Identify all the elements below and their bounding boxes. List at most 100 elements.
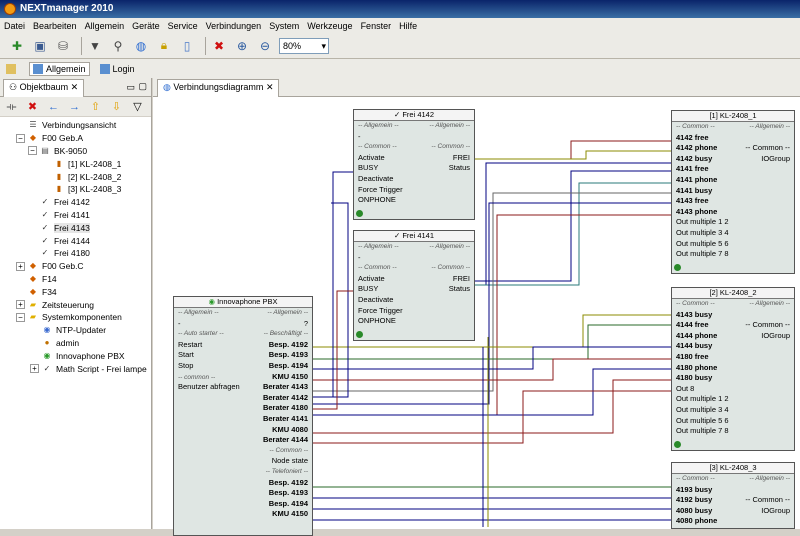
port-row[interactable]: -- common -- KMU 4150 bbox=[174, 372, 312, 383]
port-row[interactable]: 4141 phone bbox=[672, 175, 794, 186]
expand-icon[interactable]: + bbox=[16, 261, 25, 271]
tree-item[interactable]: − ▤ BK-9050 bbox=[0, 145, 151, 158]
collapse-icon[interactable]: − bbox=[28, 146, 37, 156]
tree-item[interactable]: ☰ Verbindungsansicht bbox=[0, 119, 151, 132]
port-row[interactable]: Out multiple 7 8 bbox=[672, 426, 794, 437]
arrow-down-icon[interactable]: ⇩ bbox=[109, 100, 124, 114]
port-force-trigger[interactable]: Force Trigger bbox=[354, 185, 474, 196]
arrow-left-icon[interactable]: ← bbox=[46, 100, 61, 114]
node-kl-2408-2[interactable]: [2] KL-2408_2 -- Common -- -- Allgemein -… bbox=[671, 287, 795, 451]
node-kl-2408-3[interactable]: [3] KL-2408_3 -- Common -- -- Allgemein -… bbox=[671, 462, 795, 529]
delete-icon[interactable]: ✖ bbox=[210, 37, 228, 55]
menu-bearbeiten[interactable]: Bearbeiten bbox=[33, 21, 77, 31]
menu-geraete[interactable]: Geräte bbox=[132, 21, 160, 31]
tree-item[interactable]: + ◆ F00 Geb.C bbox=[0, 260, 151, 273]
port-row[interactable]: 4143 phone bbox=[672, 207, 794, 218]
tree-item[interactable]: ✓ Frei 4142 bbox=[0, 196, 151, 209]
search-icon[interactable]: ⚲ bbox=[109, 37, 127, 55]
expand-icon[interactable]: + bbox=[16, 300, 25, 310]
port-row[interactable]: 4180 phone bbox=[672, 363, 794, 374]
device-icon[interactable]: ▼ bbox=[86, 37, 104, 55]
port-deactivate[interactable]: Deactivate bbox=[354, 295, 474, 306]
tree-item[interactable]: + ✓ Math Script - Frei lampe bbox=[0, 362, 151, 375]
port-row[interactable]: Besp. 4192 bbox=[174, 478, 312, 489]
arrow-right-icon[interactable]: → bbox=[67, 100, 82, 114]
port-row[interactable]: Restart Besp. 4192 bbox=[174, 340, 312, 351]
port-row[interactable]: Berater 4142 bbox=[174, 393, 312, 404]
maximize-icon[interactable]: ▢ bbox=[138, 81, 147, 92]
port-row[interactable]: Out multiple 3 4 bbox=[672, 405, 794, 416]
menu-verbindungen[interactable]: Verbindungen bbox=[206, 21, 262, 31]
port-row[interactable]: Besp. 4194 bbox=[174, 499, 312, 510]
port-row[interactable]: 4142 busy IOGroup bbox=[672, 154, 794, 165]
port-row[interactable]: 4143 busy bbox=[672, 310, 794, 321]
port-row[interactable]: Berater 4141 bbox=[174, 414, 312, 425]
view-icon[interactable] bbox=[6, 63, 19, 74]
collapse-icon[interactable]: − bbox=[16, 133, 25, 143]
expand-icon[interactable]: + bbox=[30, 364, 39, 374]
port-row[interactable]: 4144 busy bbox=[672, 341, 794, 352]
port-onphone[interactable]: ONPHONE bbox=[354, 195, 474, 206]
tab-objektbaum[interactable]: ⚇ Objektbaum ✕ bbox=[3, 79, 85, 97]
port-row[interactable]: Out multiple 7 8 bbox=[672, 249, 794, 260]
port-row[interactable]: 4141 busy bbox=[672, 186, 794, 197]
menu-allgemein[interactable]: Allgemein bbox=[85, 21, 125, 31]
port-activate[interactable]: Activate FREI bbox=[354, 153, 474, 164]
port-force-trigger[interactable]: Force Trigger bbox=[354, 306, 474, 317]
menu-werkzeuge[interactable]: Werkzeuge bbox=[307, 21, 352, 31]
tree-item-selected[interactable]: ✓ Frei 4143 bbox=[0, 221, 151, 234]
menu-fenster[interactable]: Fenster bbox=[361, 21, 392, 31]
port-row[interactable]: Out multiple 3 4 bbox=[672, 228, 794, 239]
port-row[interactable]: Berater 4180 bbox=[174, 403, 312, 414]
zoom-out-icon[interactable]: ⊖ bbox=[256, 37, 274, 55]
menu-datei[interactable]: Datei bbox=[4, 21, 25, 31]
port-row[interactable]: 4144 phone IOGroup bbox=[672, 331, 794, 342]
minimize-icon[interactable]: ▭ bbox=[126, 82, 135, 93]
port-row[interactable]: Benutzer abfragen Berater 4143 bbox=[174, 382, 312, 393]
menu-icon[interactable]: ▽ bbox=[130, 100, 145, 114]
port-row[interactable]: Out multiple 5 6 bbox=[672, 416, 794, 427]
tab-login[interactable]: Login bbox=[99, 63, 135, 74]
tree-item[interactable]: ● admin bbox=[0, 337, 151, 350]
node-frei-4141[interactable]: ✓ Frei 4141 -- Allgemein -- -- Allgemein … bbox=[353, 230, 475, 341]
port-row[interactable]: Out 8 bbox=[672, 384, 794, 395]
port-row[interactable]: 4080 phone bbox=[672, 516, 794, 527]
port-row[interactable]: 4144 free -- Common -- bbox=[672, 320, 794, 331]
node-kl-2408-1[interactable]: [1] KL-2408_1 -- Common -- -- Allgemein -… bbox=[671, 110, 795, 274]
tree-item[interactable]: ✓ Frei 4141 bbox=[0, 209, 151, 222]
menu-system[interactable]: System bbox=[269, 21, 299, 31]
port-row[interactable]: Stop Besp. 4194 bbox=[174, 361, 312, 372]
collapse-icon[interactable]: − bbox=[16, 312, 25, 322]
save-icon[interactable]: ▣ bbox=[31, 37, 49, 55]
tree-item[interactable]: ◆ F14 bbox=[0, 273, 151, 286]
port-row[interactable]: Out multiple 5 6 bbox=[672, 239, 794, 250]
diagram-canvas[interactable]: ✓ Frei 4142 -- Allgemein -- -- Allgemein … bbox=[153, 97, 800, 536]
port-row[interactable]: 4080 busy IOGroup bbox=[672, 506, 794, 517]
port-row[interactable]: KMU 4150 bbox=[174, 509, 312, 520]
port-row[interactable]: 4143 free bbox=[672, 196, 794, 207]
tree-item[interactable]: − ▰ Systemkomponenten bbox=[0, 311, 151, 324]
globe-icon[interactable]: ◍ bbox=[132, 37, 150, 55]
port-row[interactable]: Start Besp. 4193 bbox=[174, 350, 312, 361]
port-row[interactable]: Out multiple 1 2 bbox=[672, 394, 794, 405]
port-busy[interactable]: BUSY Status bbox=[354, 163, 474, 174]
port-row[interactable]: KMU 4080 bbox=[174, 425, 312, 436]
tab-verbindungsdiagramm[interactable]: ◍ Verbindungsdiagramm ✕ bbox=[157, 79, 280, 97]
new-icon[interactable]: ✚ bbox=[8, 37, 26, 55]
close-icon[interactable]: ✕ bbox=[71, 82, 79, 92]
port-row[interactable]: Besp. 4193 bbox=[174, 488, 312, 499]
port-row[interactable]: 4141 free bbox=[672, 164, 794, 175]
port-row[interactable]: Out multiple 1 2 bbox=[672, 217, 794, 228]
menu-hilfe[interactable]: Hilfe bbox=[399, 21, 417, 31]
connect-icon[interactable]: ⟛ bbox=[4, 100, 19, 114]
delete-icon[interactable]: ✖ bbox=[25, 100, 40, 114]
port-row[interactable]: 4192 busy -- Common -- bbox=[672, 495, 794, 506]
port-onphone[interactable]: ONPHONE bbox=[354, 316, 474, 327]
tree-item[interactable]: ▮ [3] KL-2408_3 bbox=[0, 183, 151, 196]
node-frei-4142[interactable]: ✓ Frei 4142 -- Allgemein -- -- Allgemein … bbox=[353, 109, 475, 220]
port-deactivate[interactable]: Deactivate bbox=[354, 174, 474, 185]
port-row[interactable]: 4193 busy bbox=[672, 485, 794, 496]
arrow-up-icon[interactable]: ⇧ bbox=[88, 100, 103, 114]
tree-item[interactable]: ✓ Frei 4144 bbox=[0, 234, 151, 247]
port-row[interactable]: Node state bbox=[174, 456, 312, 467]
